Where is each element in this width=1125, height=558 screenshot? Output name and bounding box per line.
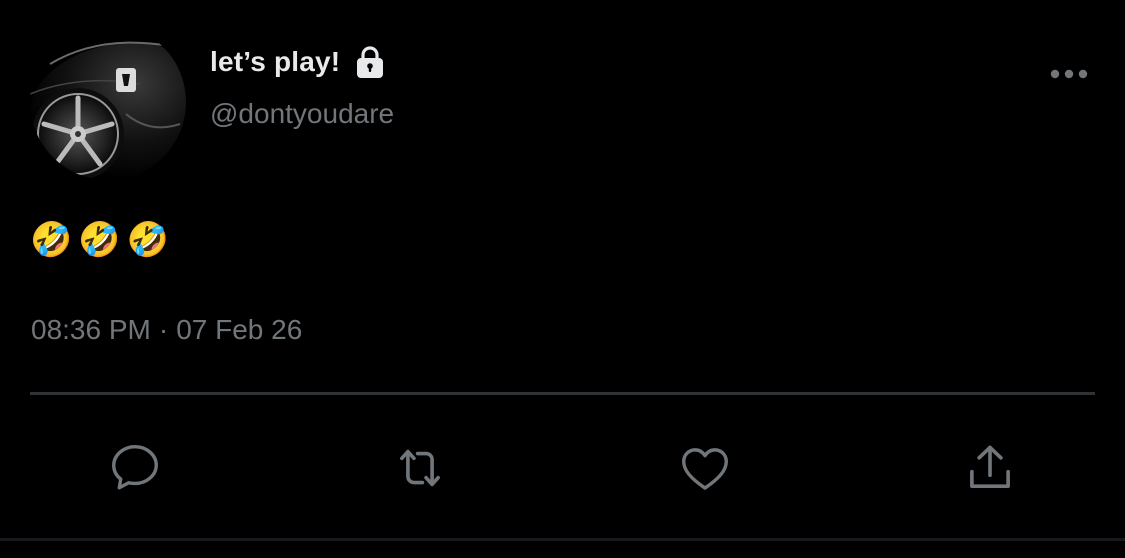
tweet-date: 07 Feb 26 <box>176 314 303 345</box>
display-name[interactable]: let’s play! <box>210 46 340 78</box>
reply-button[interactable] <box>105 438 165 498</box>
retweet-icon <box>400 449 440 487</box>
retweet-button[interactable] <box>390 438 450 498</box>
tweet-card: let’s play! @dontyoudare 🤣🤣🤣 08:36 PM · … <box>0 0 1125 558</box>
like-button[interactable] <box>675 438 735 498</box>
share-icon <box>970 445 1010 488</box>
user-handle[interactable]: @dontyoudare <box>210 98 394 130</box>
display-name-row: let’s play! <box>210 40 388 84</box>
lock-icon <box>352 44 388 80</box>
share-button[interactable] <box>960 438 1020 498</box>
timestamp-separator: · <box>158 314 169 345</box>
avatar[interactable] <box>30 24 186 180</box>
timestamp-row[interactable]: 08:36 PM · 07 Feb 26 <box>31 314 302 346</box>
more-options-button[interactable] <box>1049 58 1089 90</box>
heart-icon <box>682 448 728 490</box>
reply-icon <box>112 445 158 490</box>
tweet-text: 🤣🤣🤣 <box>30 220 176 260</box>
bottom-divider <box>0 538 1125 541</box>
divider <box>30 392 1095 395</box>
more-horizontal-icon <box>1050 69 1088 79</box>
avatar-car-image <box>30 24 186 180</box>
tweet-time: 08:36 PM <box>31 314 151 345</box>
